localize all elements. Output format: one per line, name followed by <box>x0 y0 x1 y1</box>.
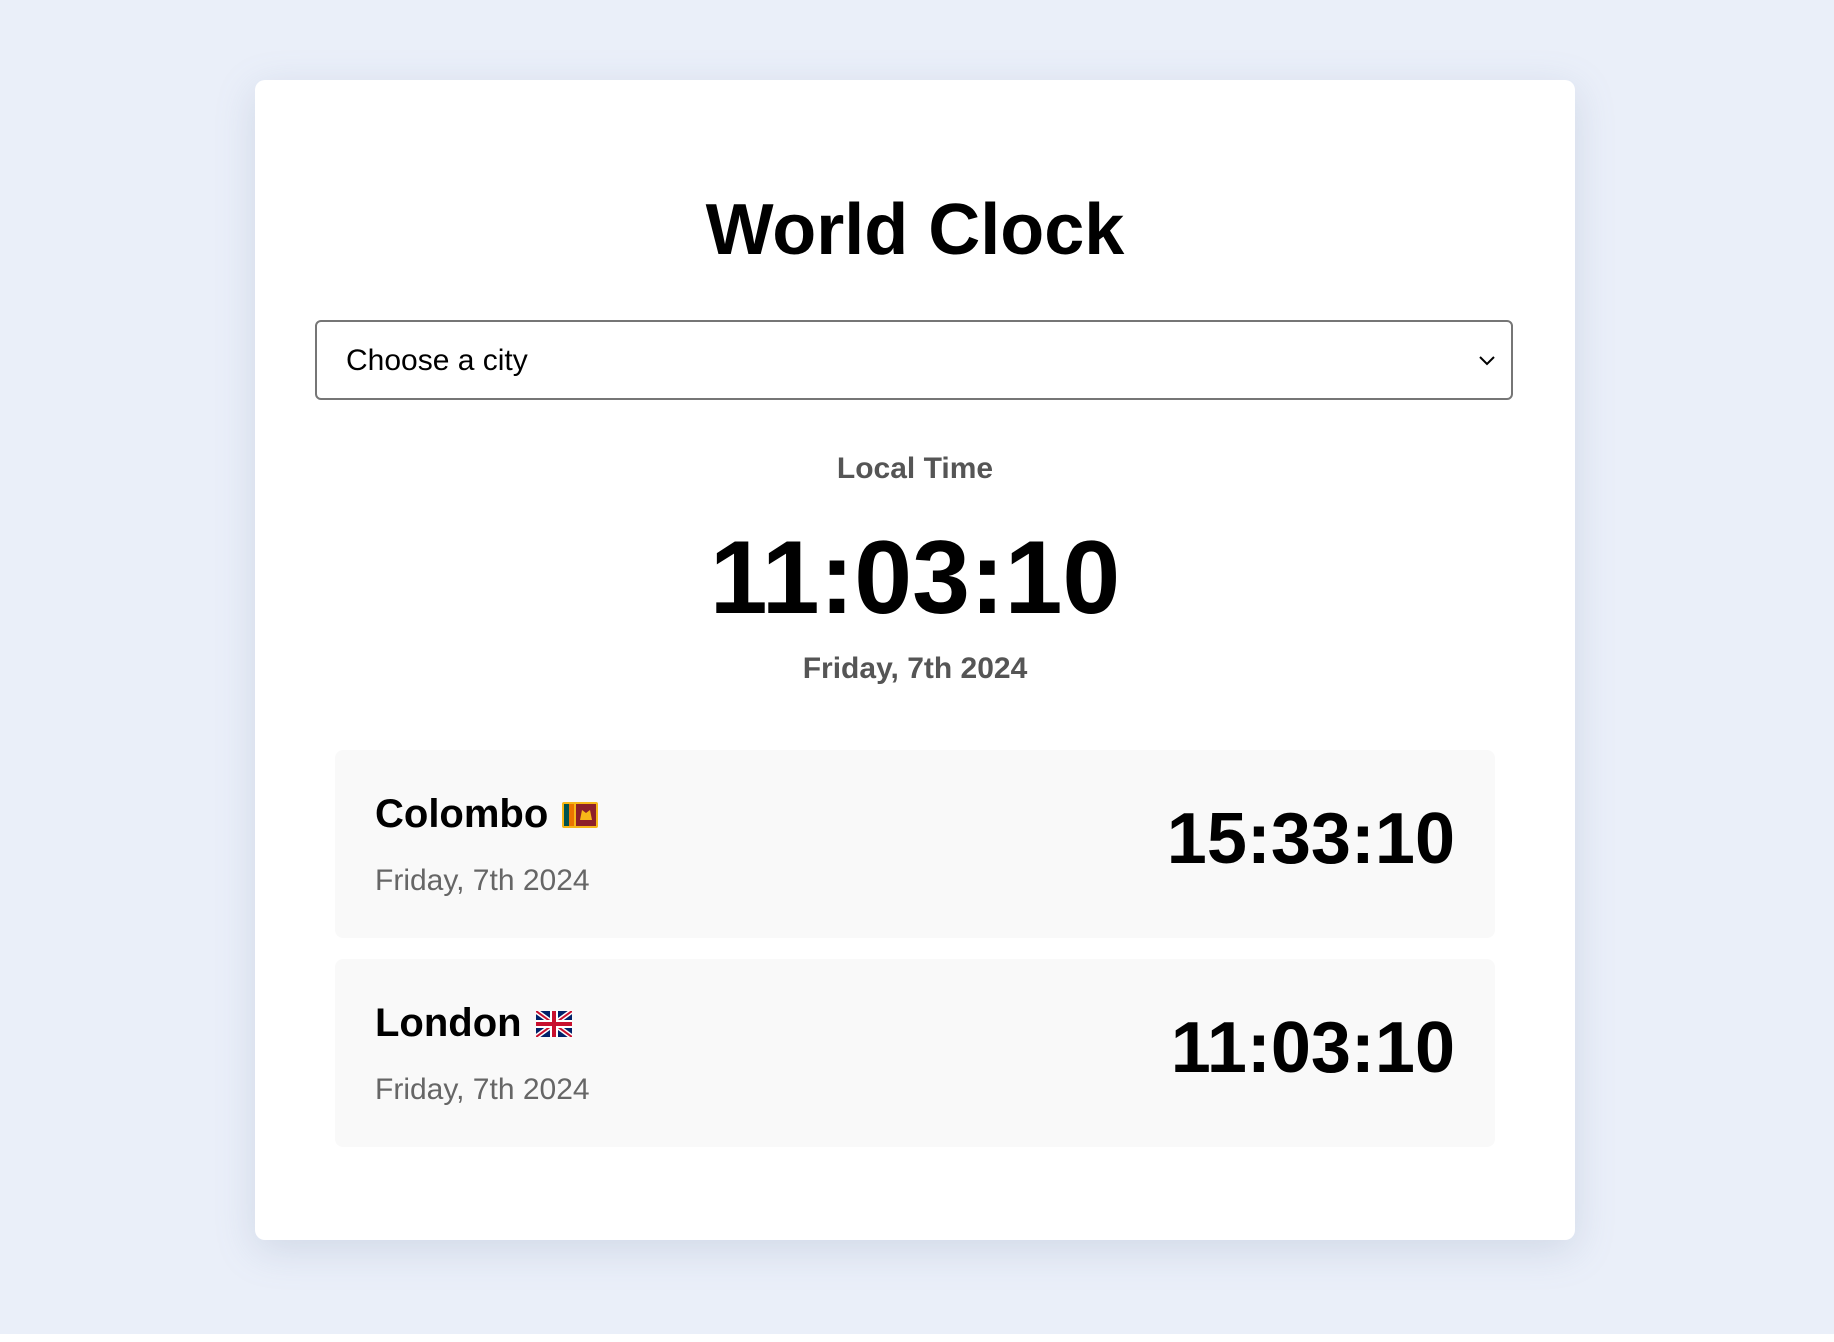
city-name: London <box>375 1001 522 1045</box>
city-select-value: Choose a city <box>346 344 528 377</box>
sri-lanka-flag-icon <box>562 801 599 828</box>
local-time-label: Local Time <box>836 452 994 485</box>
chevron-down-icon <box>1479 356 1495 366</box>
local-date: Friday, 7th 2024 <box>802 652 1028 685</box>
city-date: Friday, 7th 2024 <box>375 864 590 897</box>
city-time: 15:33:10 <box>1166 799 1455 879</box>
city-date: Friday, 7th 2024 <box>375 1073 590 1106</box>
city-name-block: London <box>375 1001 572 1046</box>
world-clock-card: World Clock Choose a city Local Time 11:… <box>255 80 1575 1240</box>
city-time: 11:03:10 <box>1170 1008 1455 1088</box>
uk-flag-icon <box>535 1010 572 1037</box>
city-name: Colombo <box>375 792 549 836</box>
city-name-block: Colombo <box>375 792 599 837</box>
city-select[interactable]: Choose a city <box>315 320 1513 400</box>
city-row-colombo: Colombo Friday, 7th 2024 15:33:10 <box>335 750 1495 938</box>
local-time-value: 11:03:10 <box>709 520 1121 636</box>
city-row-london: London Friday, 7th 2024 11:03:10 <box>335 959 1495 1147</box>
bottom-edge <box>0 1334 1834 1342</box>
page-title: World Clock <box>705 190 1125 270</box>
